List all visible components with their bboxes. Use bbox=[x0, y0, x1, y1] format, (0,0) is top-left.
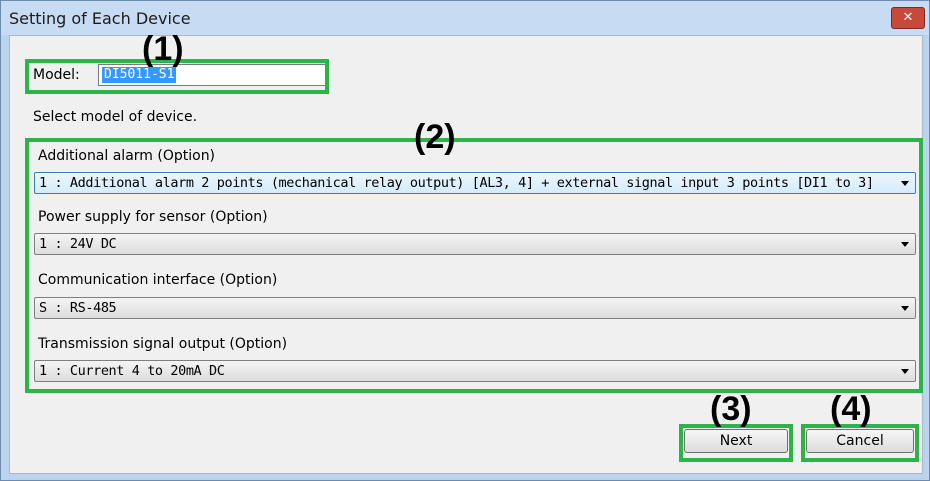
callout-1: (1) bbox=[142, 30, 184, 68]
close-icon[interactable]: ✕ bbox=[891, 7, 925, 29]
highlight-cancel bbox=[801, 424, 919, 462]
window-title: Setting of Each Device bbox=[9, 9, 191, 28]
callout-3: (3) bbox=[710, 390, 752, 428]
highlight-next bbox=[679, 424, 793, 462]
callout-4: (4) bbox=[830, 390, 872, 428]
hint-text: Select model of device. bbox=[33, 109, 198, 125]
title-bar[interactable]: Setting of Each Device ✕ bbox=[1, 1, 929, 35]
highlight-options bbox=[25, 138, 923, 393]
callout-2: (2) bbox=[414, 118, 456, 156]
